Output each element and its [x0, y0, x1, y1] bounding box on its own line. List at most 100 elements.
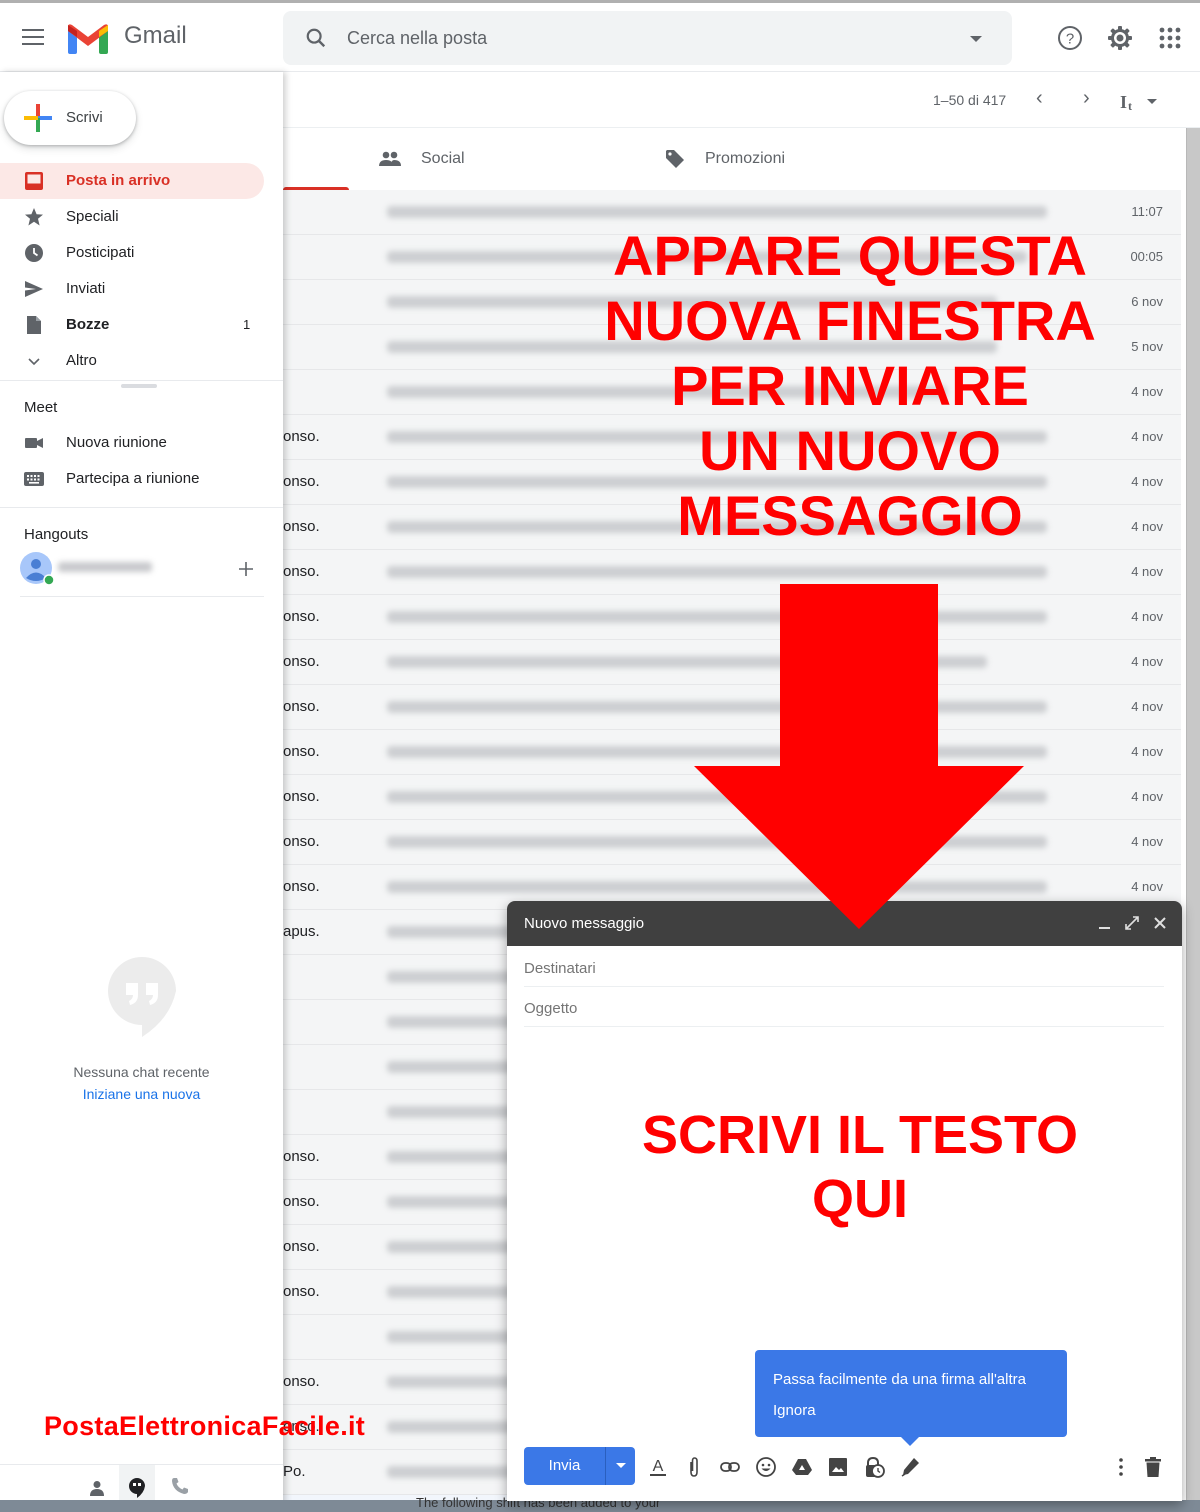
hangouts-heading: Hangouts	[24, 526, 89, 543]
compose-button[interactable]: Scrivi	[4, 91, 136, 145]
list-toolbar: 1–50 di 417 ‹ › It	[283, 73, 1200, 128]
recipients-placeholder: Destinatari	[524, 960, 596, 977]
email-sender: onso.	[283, 428, 320, 445]
sidebar-item-drafts[interactable]: Bozze 1	[0, 307, 264, 343]
next-page-button[interactable]: ›	[1083, 87, 1090, 110]
inbox-icon	[25, 172, 43, 190]
send-button[interactable]: Invia	[524, 1447, 605, 1485]
photo-icon[interactable]	[827, 1456, 849, 1478]
signature-icon[interactable]	[899, 1456, 921, 1478]
annotation-line: QUI	[811, 1169, 908, 1229]
email-sender: onso.	[283, 608, 320, 625]
recipients-field[interactable]: Destinatari	[524, 947, 1164, 987]
gmail-logo-icon[interactable]	[67, 23, 109, 55]
attach-icon[interactable]	[683, 1456, 705, 1478]
email-sender: onso.	[283, 1193, 320, 1210]
sidebar-item-starred[interactable]: Speciali	[0, 199, 264, 235]
annotation-line: MESSAGGIO	[677, 484, 1023, 547]
fullscreen-icon[interactable]	[1124, 915, 1140, 931]
email-sender: onso.	[283, 653, 320, 670]
search-icon[interactable]	[305, 27, 327, 49]
close-icon[interactable]	[1152, 915, 1168, 931]
apps-icon[interactable]	[1157, 25, 1183, 51]
tab-social-label: Social	[421, 150, 465, 167]
sidebar-item-label: Posticipati	[66, 244, 135, 261]
meet-join-meeting[interactable]: Partecipa a riunione	[0, 461, 264, 497]
sidebar-item-snoozed[interactable]: Posticipati	[0, 235, 264, 271]
meet-item-label: Nuova riunione	[66, 434, 167, 451]
resize-handle[interactable]	[121, 384, 157, 388]
chevron-down-icon	[28, 358, 40, 366]
annotation-top: APPARE QUESTA NUOVA FINESTRA PER INVIARE…	[560, 228, 1140, 553]
tab-social[interactable]: Social	[379, 128, 465, 190]
annotation-line: SCRIVI IL TESTO	[641, 1105, 1079, 1165]
email-date: 4 nov	[1131, 789, 1163, 804]
email-date: 4 nov	[1131, 609, 1163, 624]
phone-icon	[172, 1478, 188, 1494]
email-sender: apus.	[283, 923, 320, 940]
annotation-line: PER INVIARE	[671, 354, 1029, 417]
settings-icon[interactable]	[1107, 25, 1133, 51]
tab-promotions[interactable]: Promozioni	[665, 128, 785, 190]
email-date: 4 nov	[1131, 744, 1163, 759]
clock-icon	[25, 244, 43, 262]
email-date: 4 nov	[1131, 834, 1163, 849]
send-icon	[25, 281, 43, 297]
people-icon	[379, 151, 401, 166]
subject-field[interactable]: Oggetto	[524, 987, 1164, 1027]
email-sender: onso.	[283, 833, 320, 850]
subject-placeholder: Oggetto	[524, 1000, 578, 1017]
sidebar-item-label: Posta in arrivo	[66, 172, 171, 189]
list-scrollbar[interactable]	[1186, 128, 1200, 1512]
drive-icon[interactable]	[791, 1456, 813, 1478]
video-icon	[25, 438, 43, 448]
sidebar-item-sent[interactable]: Inviati	[0, 271, 264, 307]
add-contact-icon[interactable]	[238, 561, 254, 577]
sidebar-drawer: Scrivi Posta in arrivo Speciali Posticip…	[0, 72, 283, 1512]
annotation-line: UN NUOVO	[699, 419, 1001, 482]
svg-text:t: t	[1128, 99, 1132, 113]
meet-item-label: Partecipa a riunione	[66, 470, 200, 487]
help-icon[interactable]: ?	[1057, 25, 1083, 51]
main-menu-button[interactable]	[22, 29, 44, 45]
search-bar[interactable]: Cerca nella posta	[283, 11, 1012, 65]
tooltip-dismiss-button[interactable]: Ignora	[773, 1402, 816, 1419]
meet-new-meeting[interactable]: Nuova riunione	[0, 425, 264, 461]
drafts-count: 1	[243, 317, 251, 332]
email-date: 11:07	[1131, 204, 1163, 219]
send-options-button[interactable]	[605, 1447, 635, 1485]
email-sender: onso.	[283, 878, 320, 895]
meet-heading: Meet	[24, 399, 58, 416]
formatting-icon[interactable]: A	[647, 1456, 669, 1478]
search-options-icon[interactable]	[970, 36, 982, 42]
email-date: 4 nov	[1131, 654, 1163, 669]
link-icon[interactable]	[719, 1456, 741, 1478]
email-subject-blurred	[387, 206, 1047, 218]
tooltip-text: Passa facilmente da una firma all'altra	[773, 1371, 1026, 1388]
keyboard-icon	[24, 472, 44, 486]
divider	[0, 380, 283, 381]
prev-page-button[interactable]: ‹	[1036, 87, 1043, 110]
confidential-mode-icon[interactable]	[863, 1456, 885, 1478]
email-sender: Po.	[283, 1463, 306, 1480]
start-new-chat-link[interactable]: Iniziane una nuova	[0, 1086, 283, 1102]
sidebar-item-inbox[interactable]: Posta in arrivo	[0, 163, 264, 199]
discard-draft-icon[interactable]	[1142, 1456, 1164, 1478]
search-input[interactable]: Cerca nella posta	[347, 28, 487, 49]
input-tools-icon[interactable]: It	[1119, 91, 1161, 113]
more-options-icon[interactable]	[1110, 1456, 1132, 1478]
inbox-tabs: Social Promozioni	[283, 128, 1183, 190]
plus-icon	[24, 104, 52, 132]
email-sender: onso.	[283, 1238, 320, 1255]
sidebar-item-more[interactable]: Altro	[0, 343, 264, 379]
person-icon	[90, 1481, 104, 1496]
compose-label: Scrivi	[66, 109, 103, 126]
hangouts-empty-icon	[108, 957, 176, 1037]
minimize-icon[interactable]	[1097, 915, 1113, 931]
emoji-icon[interactable]	[755, 1456, 777, 1478]
tab-promotions-label: Promozioni	[705, 150, 786, 167]
avatar[interactable]	[20, 552, 56, 588]
divider	[20, 596, 264, 597]
email-sender: onso.	[283, 518, 320, 535]
blurred-username	[58, 562, 152, 572]
